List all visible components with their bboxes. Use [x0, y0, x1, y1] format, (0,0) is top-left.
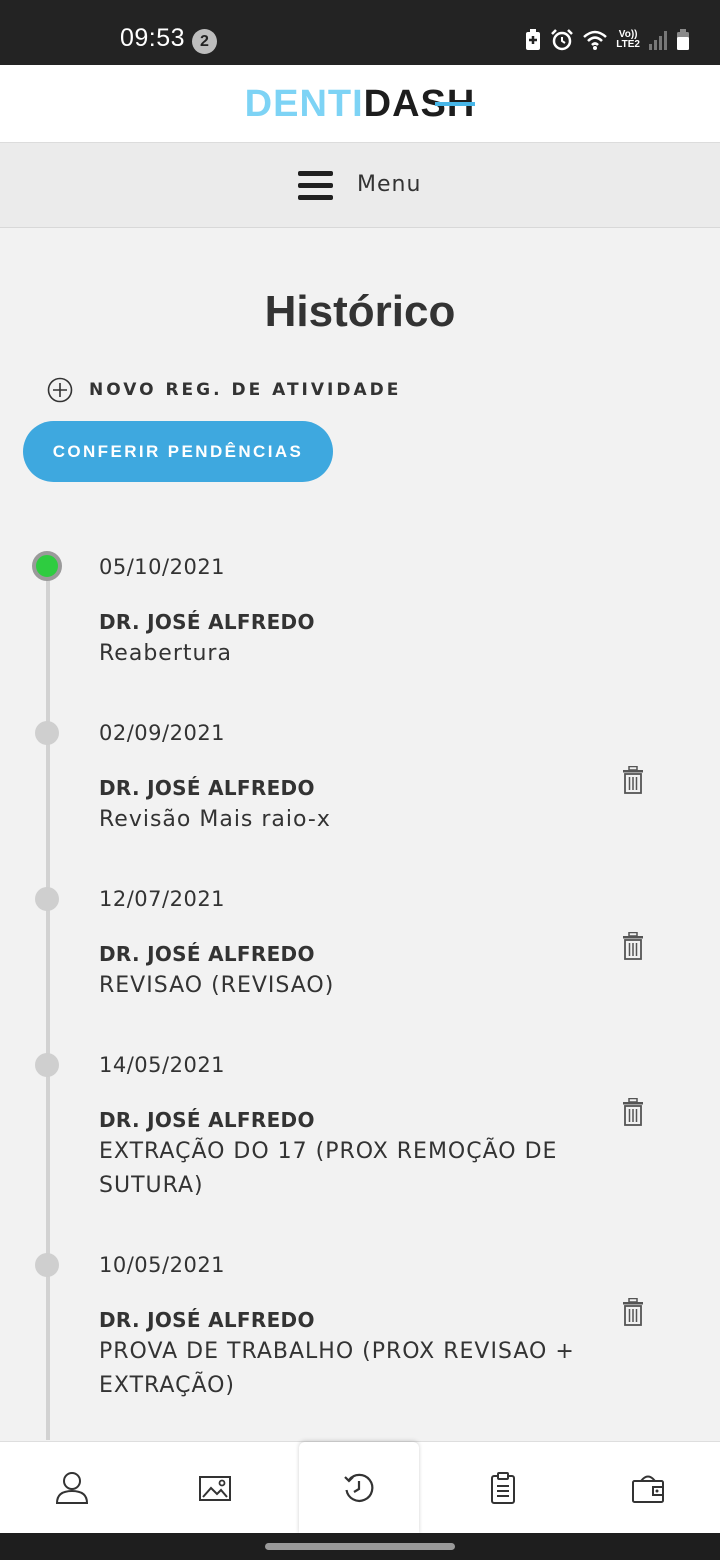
new-activity-record-link[interactable]: NOVO REG. DE ATIVIDADE: [47, 377, 401, 403]
entry-date: 14/05/2021: [99, 1053, 226, 1077]
battery-icon: [677, 29, 689, 50]
logo-part-denti: DENTI: [244, 83, 364, 125]
signal-icon: [649, 31, 667, 50]
notification-count-badge: 2: [192, 29, 217, 54]
timeline-dot: [35, 887, 59, 911]
entry-date: 02/09/2021: [99, 721, 226, 745]
logo-part-dash: DASH: [364, 83, 476, 125]
entry-doctor: DR. JOSÉ ALFREDO: [99, 776, 315, 800]
network-indicator: Vo)) LTE2: [616, 30, 640, 50]
timeline-dot-active: [32, 551, 62, 581]
network-label: LTE2: [616, 39, 640, 50]
entry-doctor: DR. JOSÉ ALFREDO: [99, 610, 315, 634]
entry-doctor: DR. JOSÉ ALFREDO: [99, 1108, 315, 1132]
trash-icon[interactable]: [622, 1098, 644, 1126]
timeline-dot: [35, 1253, 59, 1277]
battery-saver-icon: [526, 29, 541, 50]
clipboard-icon: [491, 1472, 515, 1504]
alarm-icon: [551, 29, 574, 51]
status-bar: 09:53 2 Vo)) LTE2: [0, 0, 720, 65]
entry-description: EXTRAÇÃO DO 17 (PROX REMOÇÃO DE SUTURA): [99, 1139, 558, 1198]
nav-profile[interactable]: [12, 1442, 132, 1534]
wallet-icon: [632, 1475, 664, 1503]
trash-icon[interactable]: [622, 1298, 644, 1326]
hamburger-icon[interactable]: [298, 171, 333, 201]
app-logo: DENTIDASH: [0, 83, 720, 126]
entry-description: Reabertura: [99, 641, 232, 666]
menu-label[interactable]: Menu: [357, 172, 421, 197]
entry-date: 05/10/2021: [99, 555, 226, 579]
history-icon: [344, 1473, 374, 1502]
status-time: 09:53: [120, 24, 186, 52]
nav-wallet[interactable]: [588, 1442, 708, 1534]
trash-icon[interactable]: [622, 766, 644, 794]
timeline-dot: [35, 1053, 59, 1077]
entry-date: 12/07/2021: [99, 887, 226, 911]
check-pendencies-button[interactable]: CONFERIR PENDÊNCIAS: [23, 421, 333, 482]
timeline-line: [46, 570, 50, 1440]
menu-bar: Menu: [0, 143, 720, 228]
user-icon: [55, 1472, 89, 1504]
nav-history[interactable]: [299, 1442, 419, 1534]
status-icons: Vo)) LTE2: [524, 28, 690, 52]
add-circle-icon: [47, 377, 73, 403]
entry-description: Revisão Mais raio-x: [99, 807, 331, 832]
entry-date: 10/05/2021: [99, 1253, 226, 1277]
timeline-dot: [35, 721, 59, 745]
entry-doctor: DR. JOSÉ ALFREDO: [99, 942, 315, 966]
entry-description: REVISAO (REVISAO): [99, 973, 335, 998]
logo-accent-bar: [435, 102, 476, 106]
image-icon: [199, 1476, 231, 1501]
entry-description: PROVA DE TRABALHO (PROX REVISAO + EXTRAÇ…: [99, 1339, 575, 1398]
home-gesture-handle[interactable]: [265, 1543, 455, 1550]
nav-records[interactable]: [443, 1442, 563, 1534]
new-activity-record-label: NOVO REG. DE ATIVIDADE: [89, 380, 402, 400]
wifi-icon: [583, 30, 608, 50]
bottom-navigation: [0, 1441, 720, 1534]
trash-icon[interactable]: [622, 932, 644, 960]
nav-images[interactable]: [155, 1442, 275, 1534]
app-header: DENTIDASH: [0, 65, 720, 143]
system-navigation-bar: [0, 1533, 720, 1560]
entry-doctor: DR. JOSÉ ALFREDO: [99, 1308, 315, 1332]
page-title: Histórico: [264, 287, 456, 336]
